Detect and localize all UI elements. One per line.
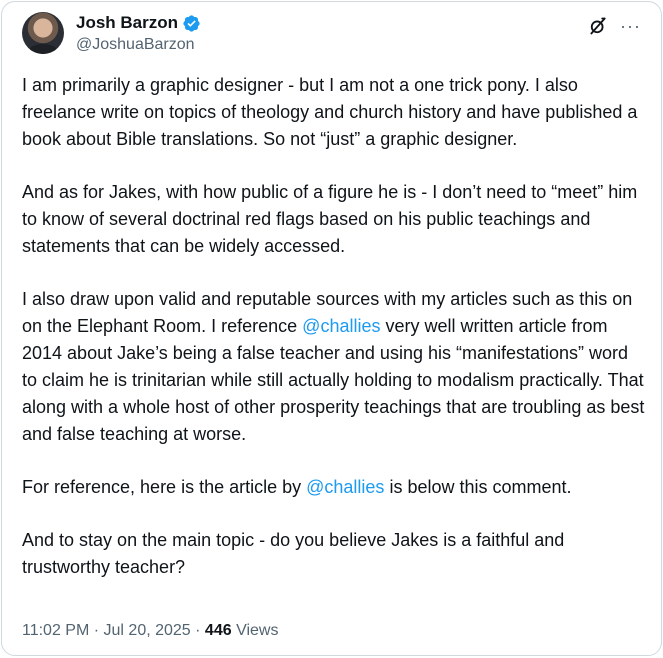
post-paragraph-5: And to stay on the main topic - do you b… bbox=[22, 530, 565, 577]
views-count: 446 bbox=[204, 622, 232, 639]
name-row: Josh Barzon bbox=[76, 12, 201, 34]
post-paragraph-3: I also draw upon valid and reputable sou… bbox=[22, 286, 647, 448]
author-block: Josh Barzon @JoshuaBarzon bbox=[76, 12, 201, 54]
post-body: I am primarily a graphic designer - but … bbox=[22, 72, 647, 607]
more-icon[interactable]: ··· bbox=[620, 16, 641, 36]
post-header: Josh Barzon @JoshuaBarzon ··· bbox=[22, 10, 641, 58]
post-time[interactable]: 11:02 PM bbox=[22, 622, 89, 639]
avatar[interactable] bbox=[22, 12, 64, 54]
post-paragraph-2: And as for Jakes, with how public of a f… bbox=[22, 182, 638, 256]
display-name[interactable]: Josh Barzon bbox=[76, 13, 178, 33]
post-paragraph-4: For reference, here is the article by @c… bbox=[22, 474, 647, 501]
handle[interactable]: @JoshuaBarzon bbox=[76, 36, 201, 54]
header-actions: ··· bbox=[588, 16, 641, 36]
meta-separator: · bbox=[89, 622, 104, 639]
mention-challies[interactable]: @challies bbox=[306, 477, 384, 497]
post-date[interactable]: Jul 20, 2025 bbox=[104, 622, 191, 639]
mention-challies[interactable]: @challies bbox=[302, 316, 380, 336]
views-label: Views bbox=[231, 622, 279, 639]
post-card: Josh Barzon @JoshuaBarzon ··· I am prima… bbox=[1, 1, 662, 656]
post-meta: 11:02 PM · Jul 20, 2025 · 446 Views bbox=[22, 622, 278, 640]
grok-icon[interactable] bbox=[588, 16, 608, 36]
meta-separator: · bbox=[190, 622, 205, 639]
post-paragraph-4-text-b: is below this comment. bbox=[384, 477, 572, 497]
post-paragraph-4-text-a: For reference, here is the article by bbox=[22, 477, 307, 497]
avatar-shirt bbox=[28, 44, 58, 54]
post-paragraph-1: I am primarily a graphic designer - but … bbox=[22, 75, 638, 149]
verified-badge-icon bbox=[183, 14, 200, 32]
